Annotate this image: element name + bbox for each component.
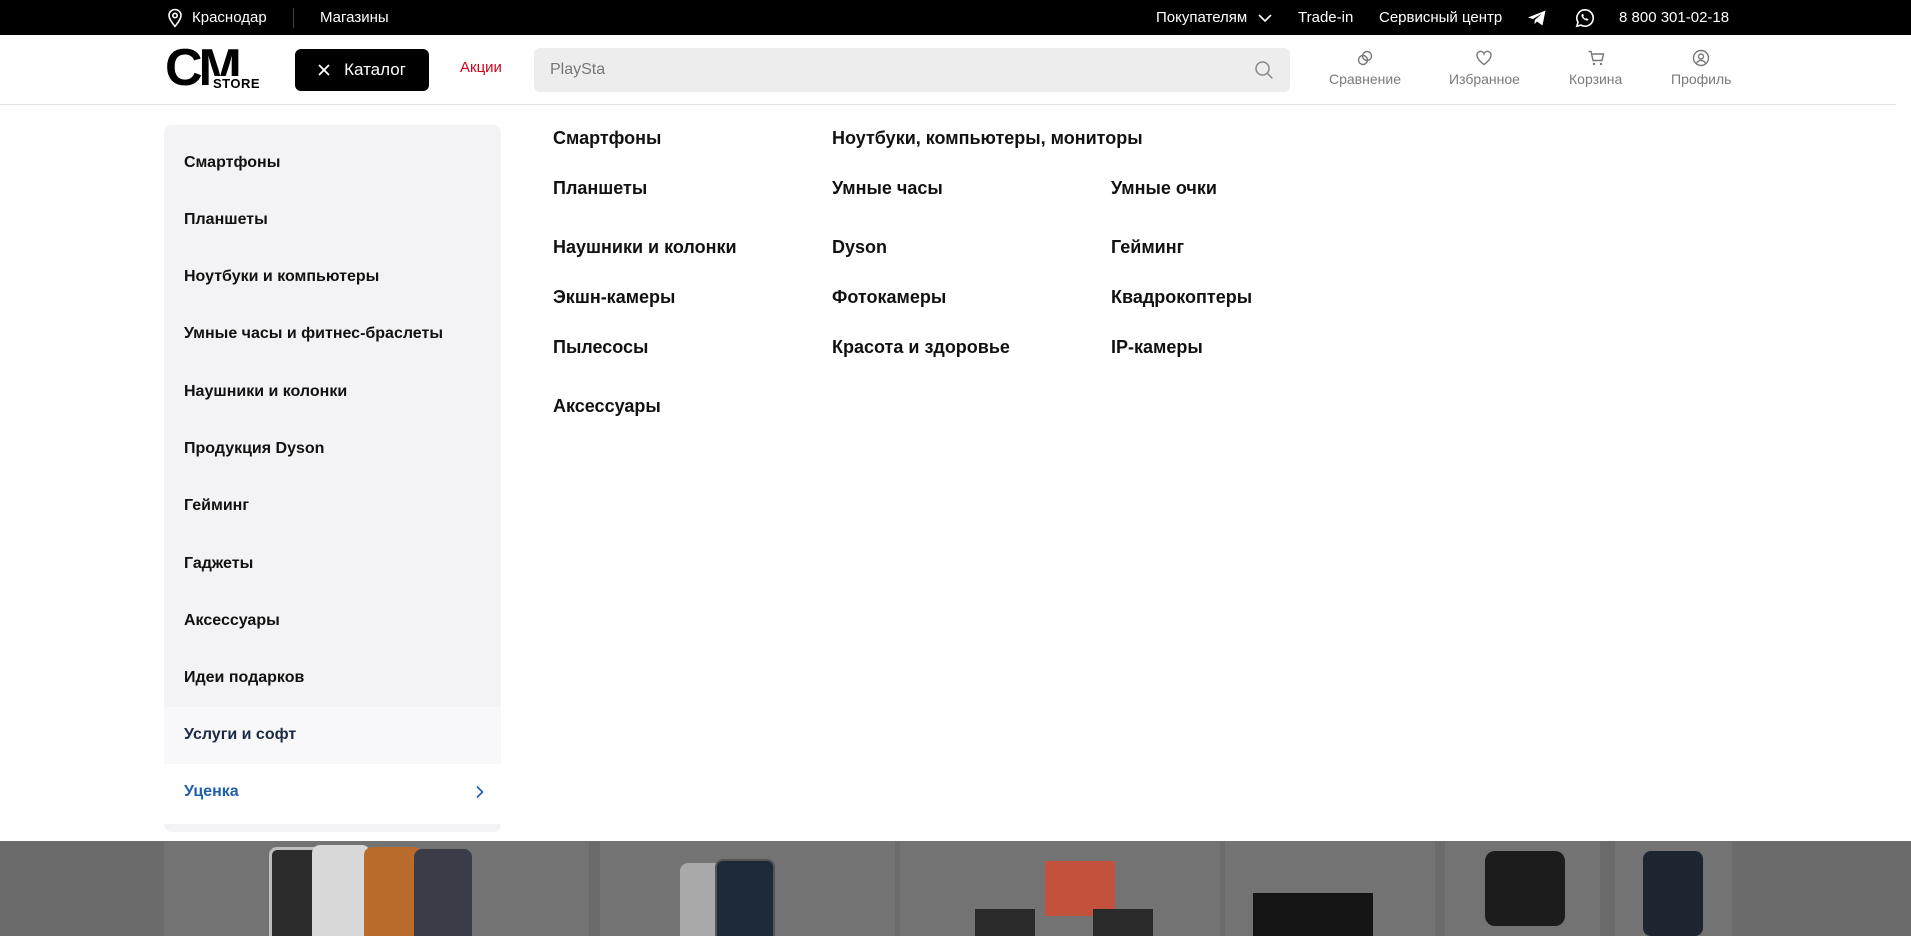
sidebar-item-dyson[interactable]: Продукция Dyson (184, 440, 324, 458)
close-icon (318, 64, 330, 76)
favorites-button[interactable]: Избранное (1449, 49, 1520, 87)
profile-button[interactable]: Профиль (1671, 49, 1731, 87)
sidebar-item-headphones[interactable]: Наушники и колонки (184, 383, 347, 401)
whatsapp-button[interactable] (1575, 0, 1595, 35)
promo-card-console (1225, 841, 1435, 936)
subcategory-headphones[interactable]: Наушники и колонки (553, 237, 737, 258)
sidebar-item-gadgets[interactable]: Гаджеты (184, 555, 253, 573)
logo-sub: STORE (212, 76, 262, 91)
product-image (1485, 851, 1565, 926)
search-input[interactable] (550, 48, 1230, 92)
profile-label: Профиль (1671, 71, 1732, 87)
product-image (715, 859, 775, 936)
subcategory-gaming[interactable]: Гейминг (1111, 237, 1184, 258)
promo-link[interactable]: Акции (460, 59, 502, 76)
sidebar-item-smartwatches[interactable]: Умные часы и фитнес-браслеты (184, 325, 443, 343)
telegram-icon (1528, 10, 1546, 25)
promo-card-camera (1445, 841, 1600, 936)
product-image (1253, 893, 1373, 936)
sidebar-item-gaming[interactable]: Гейминг (184, 497, 249, 515)
sidebar-item-gift-ideas[interactable]: Идеи подарков (184, 669, 304, 687)
favorites-label: Избранное (1449, 71, 1520, 87)
cart-icon (1588, 50, 1605, 66)
chevron-down-icon (1258, 13, 1272, 22)
subcategory-tablets[interactable]: Планшеты (553, 178, 647, 199)
subcategory-ip-cameras[interactable]: IP-камеры (1111, 337, 1203, 358)
sidebar-item-smartphones[interactable]: Смартфоны (184, 154, 280, 172)
promo-card-case (1615, 841, 1732, 936)
service-center-link[interactable]: Сервисный центр (1379, 0, 1502, 35)
page-overlay[interactable] (0, 841, 1911, 936)
search-icon[interactable] (1254, 60, 1274, 80)
subcategory-drones[interactable]: Квадрокоптеры (1111, 287, 1252, 308)
sidebar-item-accessories[interactable]: Аксессуары (184, 612, 280, 630)
sidebar-item-markdown[interactable]: Уценка (184, 783, 239, 801)
compare-icon (1357, 50, 1373, 66)
heart-icon (1476, 50, 1493, 66)
trade-in-link[interactable]: Trade-in (1298, 0, 1353, 35)
buyers-menu[interactable]: Покупателям (1156, 0, 1273, 35)
telegram-button[interactable] (1527, 0, 1547, 35)
chevron-right-icon (476, 785, 484, 799)
whatsapp-icon (1575, 8, 1594, 27)
catalog-button[interactable]: Каталог (295, 49, 429, 91)
subcategory-smartwatches[interactable]: Умные часы (832, 178, 943, 199)
catalog-sidebar: Смартфоны Планшеты Ноутбуки и компьютеры… (164, 125, 501, 832)
product-image (1093, 909, 1153, 936)
subcategory-photo-cameras[interactable]: Фотокамеры (832, 287, 946, 308)
subcategory-laptops-monitors[interactable]: Ноутбуки, компьютеры, мониторы (832, 128, 1143, 149)
sidebar-item-laptops[interactable]: Ноутбуки и компьютеры (184, 268, 379, 286)
subcategory-smart-glasses[interactable]: Умные очки (1111, 178, 1217, 199)
cart-button[interactable]: Корзина (1569, 49, 1622, 87)
top-bar: Краснодар Магазины Покупателям Trade-in … (0, 0, 1911, 35)
divider (293, 8, 294, 28)
catalog-label: Каталог (344, 60, 406, 79)
phone-number[interactable]: 8 800 301-02-18 (1619, 0, 1729, 35)
stores-link[interactable]: Магазины (320, 0, 389, 35)
sidebar-item-tablets[interactable]: Планшеты (184, 211, 268, 229)
header: CM STORE Каталог Акции Сравнение Избранн… (0, 35, 1896, 105)
compare-label: Сравнение (1329, 71, 1401, 87)
promo-card-ipads (600, 841, 895, 936)
city-label: Краснодар (192, 9, 267, 26)
product-image (1643, 851, 1703, 936)
subcategory-action-cameras[interactable]: Экшн-камеры (553, 287, 675, 308)
product-image (1045, 861, 1115, 916)
subcategory-dyson[interactable]: Dyson (832, 237, 887, 258)
location-pin-icon (168, 8, 182, 28)
subcategory-accessories[interactable]: Аксессуары (553, 396, 661, 417)
subcategory-vacuums[interactable]: Пылесосы (553, 337, 648, 358)
logo[interactable]: CM STORE (165, 40, 265, 96)
compare-button[interactable]: Сравнение (1329, 49, 1401, 87)
product-image (312, 845, 370, 936)
search-bar (534, 48, 1290, 92)
promo-card-macbooks (900, 841, 1220, 936)
subcategory-smartphones[interactable]: Смартфоны (553, 128, 661, 149)
subcategory-beauty-health[interactable]: Красота и здоровье (832, 337, 1010, 358)
promo-card-iphones (164, 841, 589, 936)
product-image (975, 909, 1035, 936)
buyers-label: Покупателям (1156, 9, 1248, 26)
city-selector[interactable]: Краснодар (166, 0, 267, 35)
cart-label: Корзина (1569, 71, 1623, 87)
profile-icon (1693, 49, 1710, 67)
sidebar-item-services[interactable]: Услуги и софт (184, 726, 296, 744)
product-image (414, 849, 472, 936)
